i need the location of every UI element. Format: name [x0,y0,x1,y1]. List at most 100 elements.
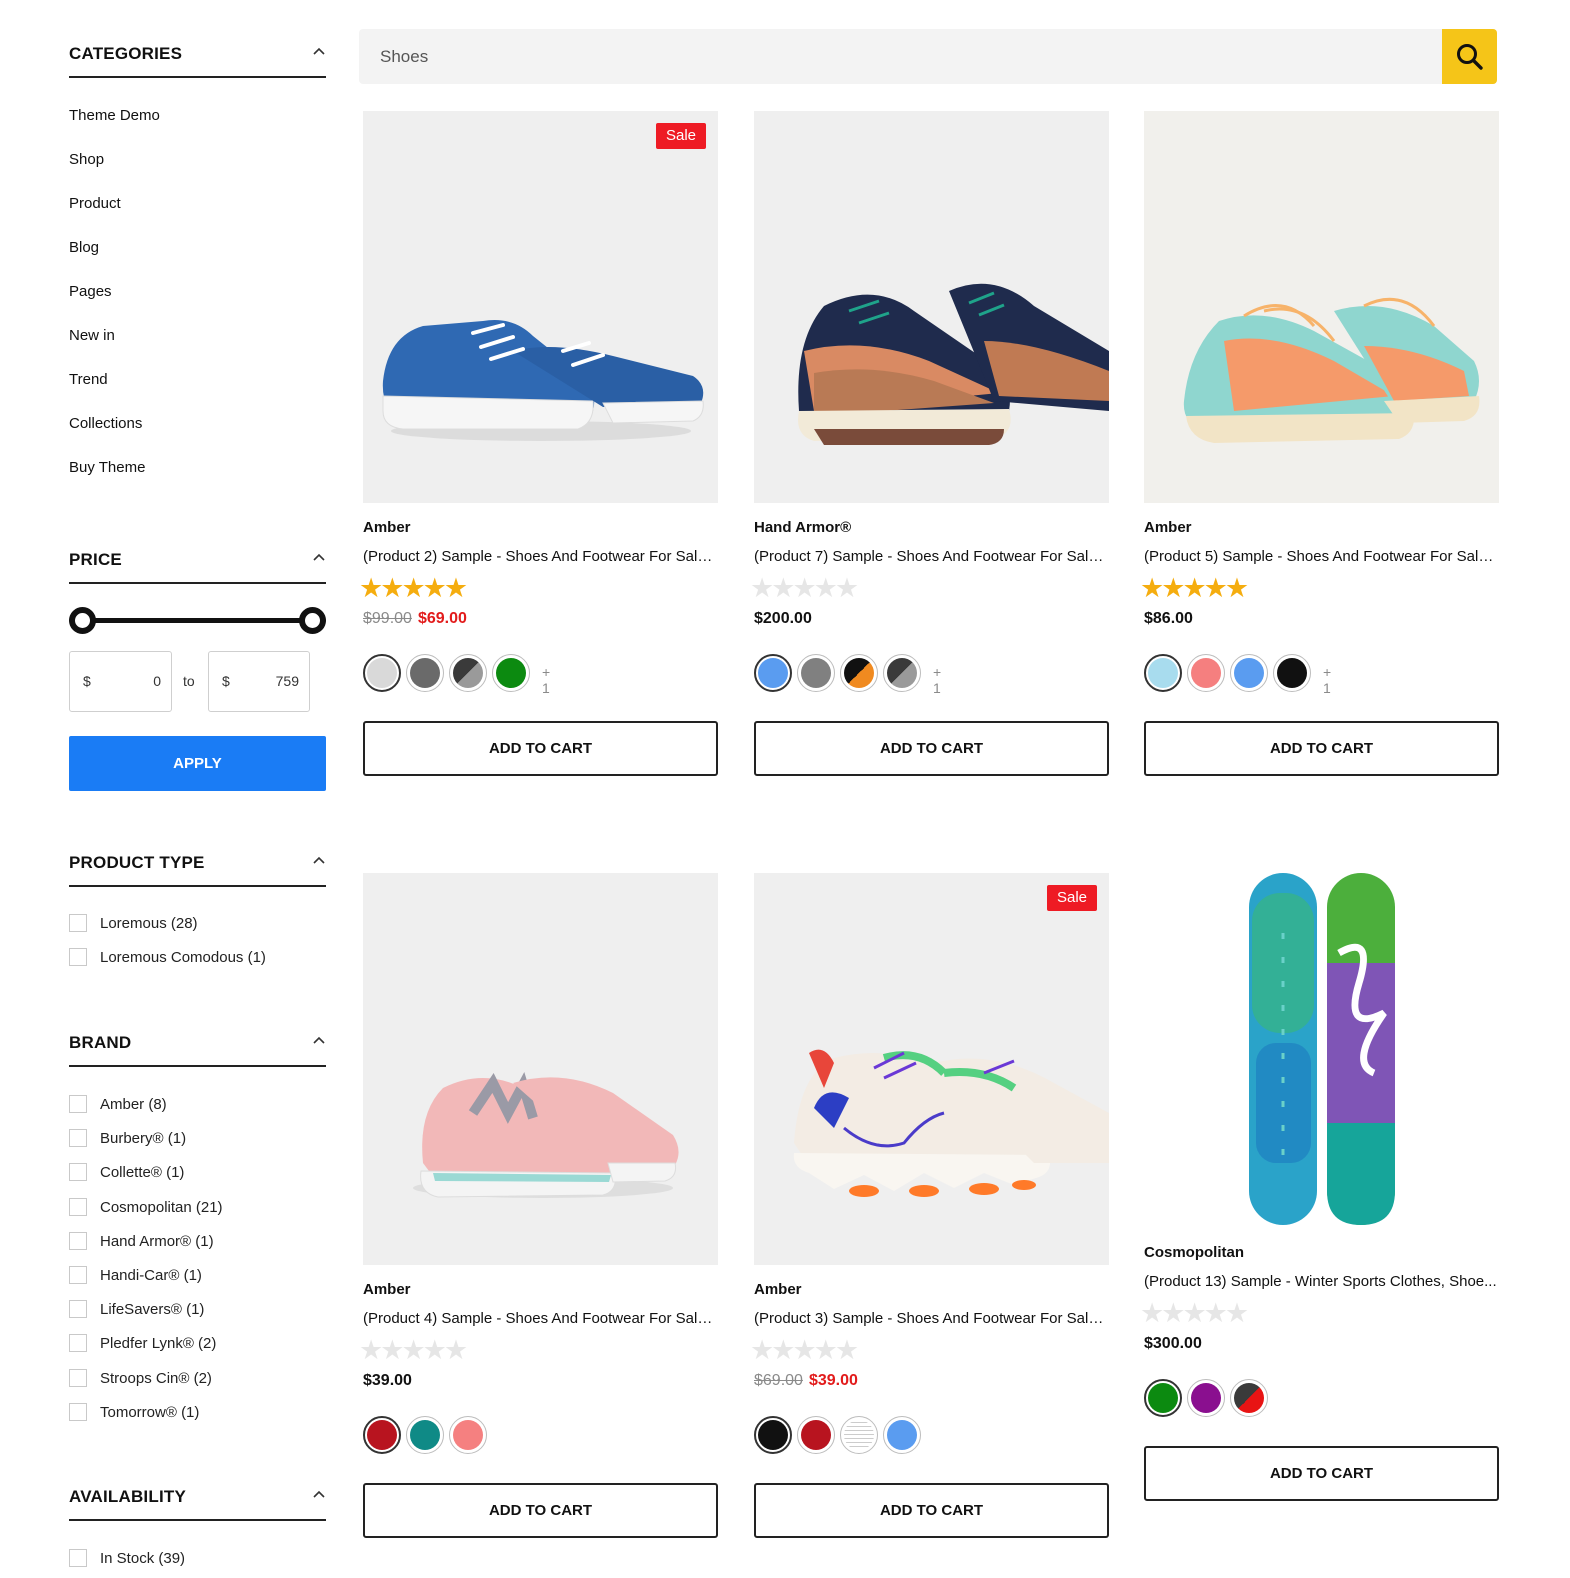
color-swatch[interactable] [883,1416,921,1454]
color-swatch[interactable] [797,654,835,692]
checkbox[interactable] [69,1368,87,1387]
price-min-input[interactable]: $ 0 [69,651,172,712]
category-link[interactable]: Blog [69,239,99,256]
color-swatch[interactable] [449,654,487,692]
product-vendor[interactable]: Cosmopolitan [1144,1244,1244,1261]
product-image[interactable] [1144,873,1499,1228]
price-range-track[interactable] [69,618,326,623]
color-swatch[interactable] [883,654,921,692]
product-image[interactable] [754,111,1109,503]
color-swatch[interactable] [1144,1379,1182,1417]
currency-symbol: $ [83,673,91,689]
product-title[interactable]: (Product 5) Sample - Shoes And Footwear … [1144,548,1499,565]
star-icon: ★ [1182,573,1206,603]
product-type-option-label: Loremous (28) [100,915,198,932]
category-link[interactable]: Collections [69,415,142,432]
product-image[interactable] [363,873,718,1265]
price-header[interactable]: PRICE [69,540,326,584]
color-swatch[interactable] [492,654,530,692]
color-swatch[interactable] [406,654,444,692]
category-link[interactable]: New in [69,327,115,344]
star-icon: ★ [792,573,816,603]
category-link[interactable]: Trend [69,371,108,388]
color-swatch[interactable] [1187,1379,1225,1417]
checkbox[interactable] [69,1549,87,1567]
checkbox[interactable] [69,1402,87,1421]
product-vendor[interactable]: Amber [1144,519,1192,536]
product-price: $39.00 [363,1372,412,1390]
star-icon: ★ [792,1335,816,1365]
color-swatch[interactable] [1187,654,1225,692]
more-colors-count[interactable]: + 1 [933,664,941,696]
category-link[interactable]: Theme Demo [69,107,160,124]
checkbox[interactable] [69,1334,87,1353]
add-to-cart-button[interactable]: ADD TO CART [363,721,718,776]
checkbox[interactable] [69,1095,87,1113]
product-title[interactable]: (Product 2) Sample - Shoes And Footwear … [363,548,718,565]
checkbox[interactable] [69,1231,87,1250]
search-button[interactable] [1442,29,1497,84]
add-to-cart-button[interactable]: ADD TO CART [1144,1446,1499,1501]
color-swatch[interactable] [840,1416,878,1454]
category-link[interactable]: Product [69,195,121,212]
add-to-cart-button[interactable]: ADD TO CART [754,721,1109,776]
color-swatch[interactable] [449,1416,487,1454]
color-swatch[interactable] [1230,1379,1268,1417]
product-vendor[interactable]: Amber [363,519,411,536]
color-swatch[interactable] [754,1416,792,1454]
search-input[interactable] [359,29,1442,84]
chevron-up-icon[interactable] [312,1487,326,1501]
chevron-up-icon[interactable] [312,853,326,867]
checkbox[interactable] [69,1163,87,1182]
chevron-up-icon[interactable] [312,550,326,564]
checkbox[interactable] [69,948,87,966]
color-swatch[interactable] [363,1416,401,1454]
color-swatch[interactable] [1273,654,1311,692]
color-swatch[interactable] [797,1416,835,1454]
category-link[interactable]: Pages [69,283,112,300]
brand-option-label: Hand Armor® (1) [100,1232,214,1250]
color-swatch[interactable] [363,654,401,692]
chevron-up-icon[interactable] [312,44,326,58]
availability-header[interactable]: AVAILABILITY [69,1477,326,1521]
category-link[interactable]: Buy Theme [69,459,145,476]
product-image[interactable]: Sale [754,873,1109,1265]
product-title[interactable]: (Product 4) Sample - Shoes And Footwear … [363,1310,718,1327]
price-max-input[interactable]: $ 759 [208,651,310,712]
star-icon: ★ [834,573,859,603]
star-icon: ★ [422,1335,447,1365]
checkbox[interactable] [69,1197,87,1216]
price-min-handle[interactable] [69,607,96,634]
product-image[interactable]: Sale [363,111,718,503]
product-vendor[interactable]: Hand Armor® [754,519,851,536]
brand-header[interactable]: BRAND [69,1023,326,1067]
product-title[interactable]: (Product 7) Sample - Shoes And Footwear … [754,548,1109,565]
checkbox[interactable] [69,1266,87,1284]
more-colors-count[interactable]: + 1 [1323,664,1331,696]
add-to-cart-button[interactable]: ADD TO CART [754,1483,1109,1538]
checkbox[interactable] [69,1129,87,1148]
product-vendor[interactable]: Amber [363,1281,411,1298]
checkbox[interactable] [69,1300,87,1319]
more-colors-count[interactable]: + 1 [542,664,550,696]
add-to-cart-button[interactable]: ADD TO CART [363,1483,718,1538]
add-to-cart-button[interactable]: ADD TO CART [1144,721,1499,776]
availability-option-label: In Stock (39) [100,1550,186,1567]
product-type-header[interactable]: PRODUCT TYPE [69,843,326,887]
apply-price-button[interactable]: APPLY [69,736,326,791]
category-link[interactable]: Shop [69,151,104,168]
color-swatch[interactable] [1144,654,1182,692]
color-swatch[interactable] [840,654,878,692]
product-title[interactable]: (Product 13) Sample - Winter Sports Clot… [1144,1273,1499,1290]
chevron-up-icon[interactable] [312,1033,326,1047]
price-max-handle[interactable] [299,607,326,634]
compare-at-price: $69.00 [754,1372,803,1389]
product-vendor[interactable]: Amber [754,1281,802,1298]
color-swatch[interactable] [1230,654,1268,692]
product-title[interactable]: (Product 3) Sample - Shoes And Footwear … [754,1310,1109,1327]
color-swatch[interactable] [406,1416,444,1454]
checkbox[interactable] [69,914,87,932]
categories-header[interactable]: CATEGORIES [69,34,326,78]
product-image[interactable] [1144,111,1499,503]
color-swatch[interactable] [754,654,792,692]
